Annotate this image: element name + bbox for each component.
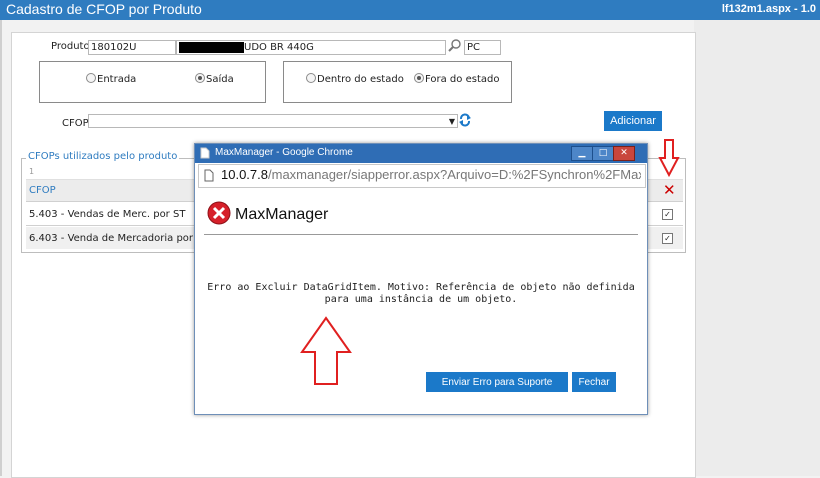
produto-code-input[interactable]: 180102U (88, 40, 176, 55)
right-background (694, 20, 820, 476)
send-error-button[interactable]: Enviar Erro para Suporte (426, 372, 568, 392)
fechar-button[interactable]: Fechar (572, 372, 616, 392)
app-header: Cadastro de CFOP por Produto lf132m1.asp… (0, 0, 820, 20)
grid-page-number[interactable]: 1 (29, 167, 34, 176)
address-bar[interactable]: 10.0.7.8/maxmanager/siapperror.aspx?Arqu… (198, 164, 646, 188)
adicionar-button[interactable]: Adicionar (604, 111, 662, 131)
radio-fora-label: Fora do estado (425, 74, 500, 85)
error-dialog-window: MaxManager - Google Chrome ▁ □ ✕ 10.0.7.… (194, 143, 648, 415)
unit-input[interactable]: PC (464, 40, 501, 55)
produto-label: Produto: (51, 41, 93, 52)
page-icon (204, 169, 214, 185)
url-host: 10.0.7.8 (221, 167, 268, 182)
close-icon[interactable]: ✕ (613, 146, 635, 161)
radio-entrada[interactable] (86, 73, 96, 83)
maximize-icon[interactable]: □ (592, 146, 614, 161)
url-path: /maxmanager/siapperror.aspx?Arquivo=D:%2… (268, 167, 641, 182)
redacted-text (179, 41, 244, 53)
grid-row-label: 6.403 - Venda de Mercadoria por S.T. (29, 233, 214, 244)
radio-saida[interactable] (195, 73, 205, 83)
left-border (0, 20, 2, 476)
chevron-down-icon: ▼ (448, 117, 455, 126)
radio-dentro-label: Dentro do estado (317, 74, 404, 85)
page-icon (200, 147, 210, 162)
operation-type-group: Entrada Saída (39, 61, 266, 103)
dialog-window-title: MaxManager - Google Chrome (215, 147, 353, 158)
error-message: Erro ao Excluir DataGridItem. Motivo: Re… (207, 282, 635, 305)
grid-legend: CFOPs utilizados pelo produto (26, 151, 180, 162)
annotation-arrow-down-icon (658, 139, 680, 178)
divider (204, 234, 638, 235)
page-title: Cadastro de CFOP por Produto (6, 1, 202, 17)
refresh-icon[interactable] (459, 113, 471, 130)
produto-description-input[interactable]: UDO BR 440G (176, 40, 446, 55)
produto-description-text: UDO BR 440G (244, 42, 314, 53)
error-icon (207, 201, 231, 228)
cfop-select[interactable]: ▼ (88, 114, 458, 128)
radio-dentro-estado[interactable] (306, 73, 316, 83)
grid-header-cfop[interactable]: CFOP (29, 185, 56, 196)
page-file-name: lf132m1.aspx - 1.0 (721, 3, 816, 15)
row-checkbox[interactable]: ✓ (662, 233, 673, 244)
error-title: MaxManager (235, 206, 329, 223)
annotation-arrow-up-icon (300, 316, 352, 385)
url-text: 10.0.7.8/maxmanager/siapperror.aspx?Arqu… (221, 167, 641, 182)
radio-fora-estado[interactable] (414, 73, 424, 83)
search-icon[interactable] (448, 39, 462, 56)
state-scope-group: Dentro do estado Fora do estado (283, 61, 512, 103)
radio-saida-label: Saída (206, 74, 234, 85)
minimize-icon[interactable]: ▁ (571, 146, 593, 161)
row-checkbox[interactable]: ✓ (662, 209, 673, 220)
dialog-titlebar: MaxManager - Google Chrome ▁ □ ✕ (195, 144, 647, 163)
grid-row-label: 5.403 - Vendas de Merc. por ST (29, 209, 186, 220)
delete-icon[interactable]: ✕ (663, 181, 676, 199)
radio-entrada-label: Entrada (97, 74, 137, 85)
